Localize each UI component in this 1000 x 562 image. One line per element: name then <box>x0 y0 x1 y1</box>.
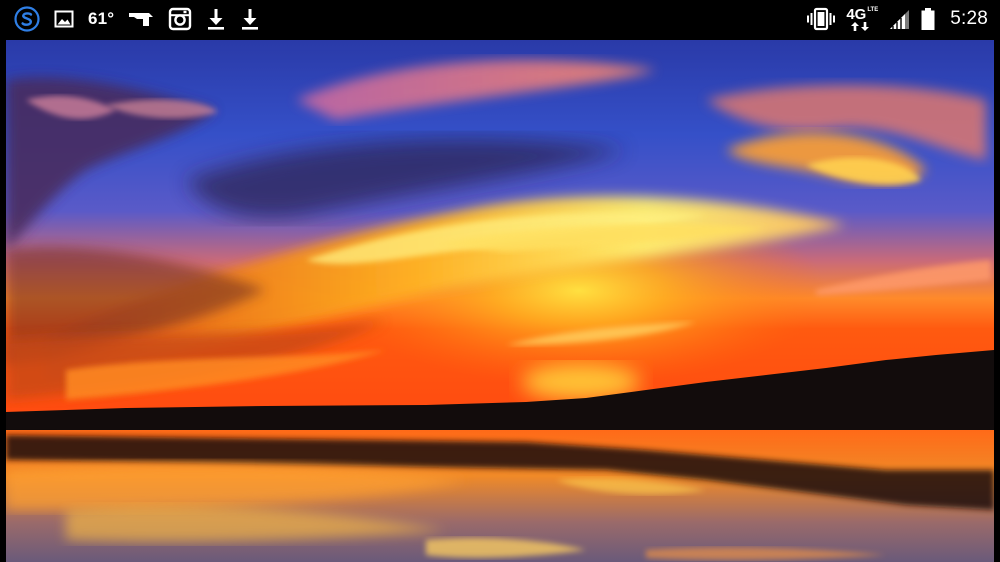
sunset-lake-photo[interactable] <box>6 40 994 562</box>
network-type-label: 4G <box>846 6 867 23</box>
gallery-image-icon[interactable] <box>54 0 74 38</box>
download-icon[interactable] <box>206 0 226 38</box>
clock-text: 5:28 <box>950 8 988 29</box>
network-sub-label: LTE <box>867 7 879 13</box>
sign-arrow-icon[interactable] <box>128 0 154 38</box>
temperature-text[interactable]: 61° <box>88 0 114 38</box>
status-bar: 61° 4G LTE 5:28 <box>0 0 1000 38</box>
status-bar-notifications: 61° <box>14 0 274 38</box>
photo-viewer[interactable] <box>6 40 994 562</box>
battery-icon <box>920 0 936 38</box>
4g-lte-icon: 4G LTE <box>846 0 878 38</box>
download-icon[interactable] <box>240 0 260 38</box>
signal-strength-icon <box>888 0 910 38</box>
vibrate-icon <box>806 0 836 38</box>
phone-screen: 61° 4G LTE 5:28 <box>0 0 1000 562</box>
instagram-icon[interactable] <box>168 0 192 38</box>
swiftkey-s-icon[interactable] <box>14 0 40 38</box>
data-activity-arrows-icon <box>851 22 870 31</box>
status-bar-system: 4G LTE 5:28 <box>796 0 988 38</box>
